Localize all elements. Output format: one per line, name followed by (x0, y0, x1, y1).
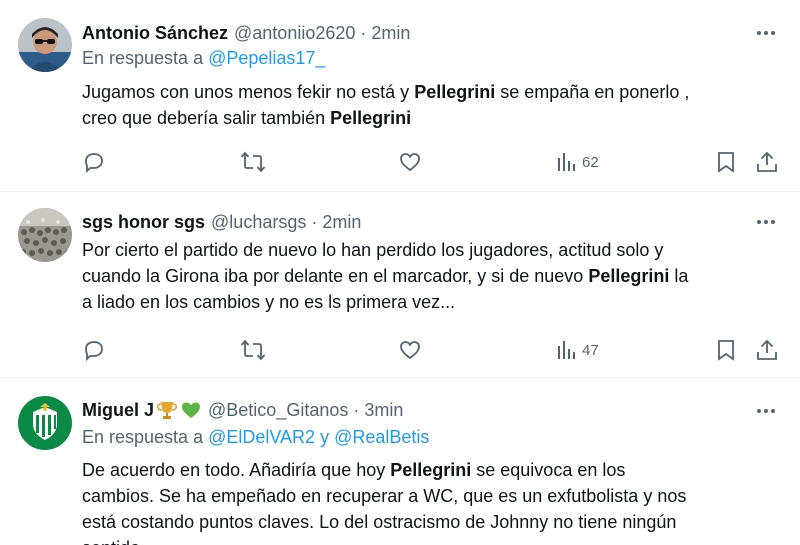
tweet-1[interactable]: Antonio Sánchez @antoniio2620 · 2min En … (0, 0, 800, 192)
user-handle[interactable]: @lucharsgs (211, 212, 306, 233)
tweet-actions: 62 (0, 150, 800, 174)
bookmark-icon (718, 152, 734, 173)
reply-and: y (315, 427, 335, 447)
tweet-header: sgs honor sgs @lucharsgs · 2min (82, 209, 361, 235)
tweet-text-line: Jugamos con unos menos fekir no está y P… (82, 82, 690, 102)
avatar[interactable] (18, 18, 72, 72)
retweet-button[interactable] (240, 338, 266, 362)
reply-button[interactable] (82, 150, 106, 174)
reply-mention-link[interactable]: @ElDelVAR2 (208, 427, 315, 447)
views-button[interactable]: 47 (556, 338, 599, 362)
separator-dot: · (360, 22, 367, 43)
reply-context: En respuesta a @Pepelias17_ (82, 48, 325, 69)
like-icon (400, 153, 420, 172)
reply-icon (85, 153, 103, 174)
tweet-text-line: sentido (82, 535, 686, 545)
tweet-header: Miguel J @Betico_Gitanos · 3min (82, 397, 403, 423)
reply-icon (85, 341, 103, 362)
share-icon (757, 339, 777, 360)
tweet-text-line: está costando puntos claves. Lo del ostr… (82, 512, 677, 532)
tweet-2[interactable]: sgs honor sgs @lucharsgs · 2min Por cier… (0, 192, 800, 378)
share-icon (757, 151, 777, 172)
like-button[interactable] (398, 150, 422, 174)
timestamp[interactable]: 2min (371, 23, 410, 44)
retweet-icon (240, 151, 266, 173)
separator-dot: · (311, 211, 318, 232)
views-count: 47 (582, 341, 599, 359)
avatar[interactable] (18, 208, 72, 262)
bookmark-button[interactable] (715, 338, 737, 362)
like-button[interactable] (398, 338, 422, 362)
user-handle[interactable]: @Betico_Gitanos (208, 400, 348, 421)
display-name[interactable]: Miguel J (82, 400, 154, 421)
reply-mention-link[interactable]: @RealBetis (334, 427, 429, 447)
avatar[interactable] (18, 396, 72, 450)
tweet-3[interactable]: Miguel J @Betico_Gitanos · 3min En respu… (0, 378, 800, 545)
more-options-icon[interactable] (752, 215, 780, 229)
views-count: 62 (582, 153, 599, 171)
share-button[interactable] (755, 338, 779, 362)
tweet-text: Jugamos con unos menos fekir no está y P… (82, 79, 689, 131)
display-name[interactable]: sgs honor sgs (82, 212, 205, 233)
timestamp[interactable]: 3min (364, 400, 403, 421)
tweet-text-line: a liado en los cambios y no es ls primer… (82, 292, 456, 312)
display-name[interactable]: Antonio Sánchez (82, 23, 228, 44)
green-heart-emoji (180, 399, 202, 421)
more-options-icon[interactable] (752, 26, 780, 40)
share-button[interactable] (755, 150, 779, 174)
tweet-text-line: cuando la Girona iba por delante en el m… (82, 266, 689, 286)
trophy-emoji (156, 399, 178, 421)
like-icon (400, 341, 420, 360)
tweet-text-line: Por cierto el partido de nuevo lo han pe… (82, 240, 664, 260)
bookmark-icon (718, 340, 734, 361)
user-handle[interactable]: @antoniio2620 (234, 23, 355, 44)
reply-prefix: En respuesta a (82, 427, 204, 447)
views-icon (558, 153, 575, 171)
retweet-button[interactable] (240, 150, 266, 174)
views-icon (558, 341, 575, 359)
tweet-actions: 47 (0, 338, 800, 362)
views-button[interactable]: 62 (556, 150, 599, 174)
tweet-header: Antonio Sánchez @antoniio2620 · 2min (82, 20, 410, 46)
tweet-text-line: De acuerdo en todo. Añadiría que hoy Pel… (82, 460, 626, 480)
retweet-icon (240, 339, 266, 361)
tweet-text: De acuerdo en todo. Añadiría que hoy Pel… (82, 457, 686, 545)
timestamp[interactable]: 2min (322, 212, 361, 233)
tweet-text: Por cierto el partido de nuevo lo han pe… (82, 237, 688, 315)
reply-context: En respuesta a @ElDelVAR2 y @RealBetis (82, 427, 429, 448)
reply-prefix: En respuesta a (82, 48, 204, 68)
bookmark-button[interactable] (715, 150, 737, 174)
tweet-text-line: creo que debería salir también Pellegrin… (82, 108, 412, 128)
separator-dot: · (353, 399, 360, 420)
reply-mention-link[interactable]: @Pepelias17_ (208, 48, 325, 68)
reply-button[interactable] (82, 338, 106, 362)
more-options-icon[interactable] (752, 404, 780, 418)
tweet-text-line: cambios. Se ha empeñado en recuperar a W… (82, 486, 687, 506)
